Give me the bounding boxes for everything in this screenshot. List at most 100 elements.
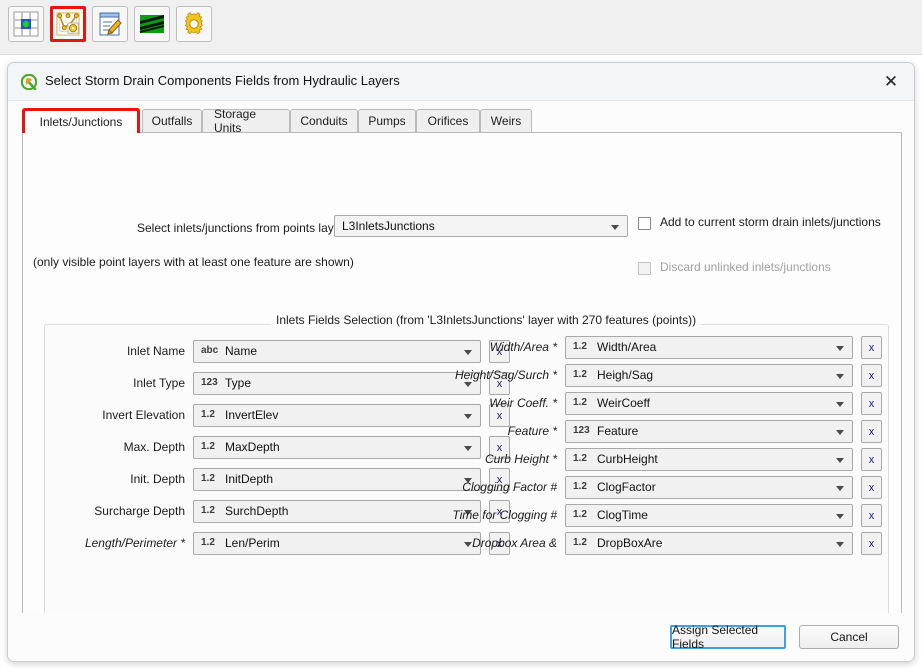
field-type-badge: 1.2: [201, 473, 215, 484]
clear-dropbox-area-button[interactable]: x: [861, 532, 882, 555]
field-row-weir-coeff: Weir Coeff. * 1.2 WeirCoeff x: [417, 392, 887, 415]
notepad-pencil-icon: [97, 11, 123, 37]
tab-label: Outfalls: [152, 114, 193, 128]
chevron-down-icon: [836, 458, 844, 463]
feature-combo[interactable]: 123 Feature: [565, 420, 853, 443]
field-value: MaxDepth: [225, 440, 280, 454]
chevron-down-icon: [836, 374, 844, 379]
points-layer-combo[interactable]: L3InletsJunctions: [334, 215, 628, 237]
field-label: Surcharge Depth: [65, 504, 185, 518]
toolbar-button-edit-attributes-tool[interactable]: [92, 6, 128, 42]
clear-clogging-factor-button[interactable]: x: [861, 476, 882, 499]
field-type-badge: 1.2: [573, 369, 587, 380]
field-type-badge: 123: [573, 425, 590, 436]
clear-height-sag-surch-button[interactable]: x: [861, 364, 882, 387]
time-for-clogging-combo[interactable]: 1.2 ClogTime: [565, 504, 853, 527]
cancel-button[interactable]: Cancel: [799, 625, 899, 649]
chevron-down-icon: [836, 486, 844, 491]
height-sag-surch-combo[interactable]: 1.2 Heigh/Sag: [565, 364, 853, 387]
field-type-badge: 123: [201, 377, 218, 388]
toolbar-button-profile-tool[interactable]: [134, 6, 170, 42]
chevron-down-icon: [836, 514, 844, 519]
toolbar-button-grid-point-tool[interactable]: [8, 6, 44, 42]
field-row-curb-height: Curb Height * 1.2 CurbHeight x: [417, 448, 887, 471]
field-type-badge: 1.2: [201, 441, 215, 452]
dialog-title-bar: Select Storm Drain Components Fields fro…: [8, 63, 914, 101]
field-label: Dropbox Area &: [417, 536, 557, 550]
field-type-badge: 1.2: [573, 397, 587, 408]
weir-coeff-combo[interactable]: 1.2 WeirCoeff: [565, 392, 853, 415]
field-value: ClogTime: [597, 508, 648, 522]
clear-width-area-button[interactable]: x: [861, 336, 882, 359]
storm-drain-network-gear-icon: [56, 12, 80, 36]
dropbox-area-combo[interactable]: 1.2 DropBoxAre: [565, 532, 853, 555]
toolbar-button-settings-tool[interactable]: [176, 6, 212, 42]
field-row-clogging-factor: Clogging Factor # 1.2 ClogFactor x: [417, 476, 887, 499]
tab-label: Conduits: [300, 114, 347, 128]
field-value: InitDepth: [225, 472, 273, 486]
field-type-badge: 1.2: [573, 341, 587, 352]
close-icon[interactable]: ✕: [874, 67, 908, 97]
grid-point-icon: [13, 11, 39, 37]
field-value: Name: [225, 344, 257, 358]
tab-pumps[interactable]: Pumps: [358, 109, 416, 132]
field-row-feature: Feature * 123 Feature x: [417, 420, 887, 443]
field-row-width-area: Width/Area * 1.2 Width/Area x: [417, 336, 887, 359]
green-channel-icon: [139, 11, 165, 37]
qgis-logo-icon: [21, 74, 37, 90]
add-to-current-checkbox[interactable]: [638, 217, 651, 230]
tab-label: Orifices: [428, 114, 469, 128]
tab-storage-units[interactable]: Storage Units: [202, 109, 290, 132]
visible-layers-hint: (only visible point layers with at least…: [33, 255, 354, 269]
field-label: Invert Elevation: [65, 408, 185, 422]
field-label: Weir Coeff. *: [417, 396, 557, 410]
clear-curb-height-button[interactable]: x: [861, 448, 882, 471]
field-value: Heigh/Sag: [597, 368, 653, 382]
field-value: DropBoxAre: [597, 536, 662, 550]
field-value: Type: [225, 376, 251, 390]
tab-label: Inlets/Junctions: [40, 115, 123, 129]
tab-weirs[interactable]: Weirs: [480, 109, 532, 132]
toolbar-button-storm-drain-components-tool[interactable]: [50, 6, 86, 42]
field-type-badge: 1.2: [573, 453, 587, 464]
clogging-factor-combo[interactable]: 1.2 ClogFactor: [565, 476, 853, 499]
field-label: Init. Depth: [65, 472, 185, 486]
tab-label: Weirs: [491, 114, 521, 128]
field-value: Len/Perim: [225, 536, 280, 550]
assign-selected-fields-button[interactable]: Assign Selected Fields: [670, 625, 786, 649]
width-area-combo[interactable]: 1.2 Width/Area: [565, 336, 853, 359]
select-storm-drain-fields-dialog: Select Storm Drain Components Fields fro…: [7, 62, 915, 662]
field-row-time-for-clogging: Time for Clogging # 1.2 ClogTime x: [417, 504, 887, 527]
tab-orifices[interactable]: Orifices: [416, 109, 480, 132]
clear-feature-button[interactable]: x: [861, 420, 882, 443]
add-to-current-label: Add to current storm drain inlets/juncti…: [660, 215, 881, 229]
tab-outfalls[interactable]: Outfalls: [142, 109, 202, 132]
field-type-badge: 1.2: [573, 509, 587, 520]
chevron-down-icon: [836, 430, 844, 435]
field-label: Height/Sag/Surch *: [417, 368, 557, 382]
field-value: Feature: [597, 424, 638, 438]
tab-inlets-junctions[interactable]: Inlets/Junctions: [22, 108, 140, 133]
curb-height-combo[interactable]: 1.2 CurbHeight: [565, 448, 853, 471]
chevron-down-icon: [836, 402, 844, 407]
main-toolbar: [0, 0, 922, 55]
field-type-badge: 1.2: [201, 537, 215, 548]
field-row-height-sag-surch: Height/Sag/Surch * 1.2 Heigh/Sag x: [417, 364, 887, 387]
points-layer-value: L3InletsJunctions: [342, 219, 435, 233]
field-row-dropbox-area: Dropbox Area & 1.2 DropBoxAre x: [417, 532, 887, 555]
chevron-down-icon: [836, 346, 844, 351]
inlets-junctions-panel: Select inlets/junctions from points laye…: [22, 132, 902, 662]
tab-label: Storage Units: [214, 107, 278, 135]
dialog-button-bar: Assign Selected Fields Cancel: [8, 613, 914, 661]
field-type-badge: 1.2: [573, 537, 587, 548]
clear-time-for-clogging-button[interactable]: x: [861, 504, 882, 527]
tab-bar: Inlets/Junctions Outfalls Storage Units …: [22, 109, 902, 133]
field-type-badge: 1.2: [201, 409, 215, 420]
discard-unlinked-checkbox: [638, 262, 651, 275]
dialog-title: Select Storm Drain Components Fields fro…: [45, 73, 400, 88]
field-label: Length/Perimeter *: [65, 536, 185, 550]
tab-label: Pumps: [368, 114, 405, 128]
clear-weir-coeff-button[interactable]: x: [861, 392, 882, 415]
tab-conduits[interactable]: Conduits: [290, 109, 358, 132]
field-value: WeirCoeff: [597, 396, 650, 410]
